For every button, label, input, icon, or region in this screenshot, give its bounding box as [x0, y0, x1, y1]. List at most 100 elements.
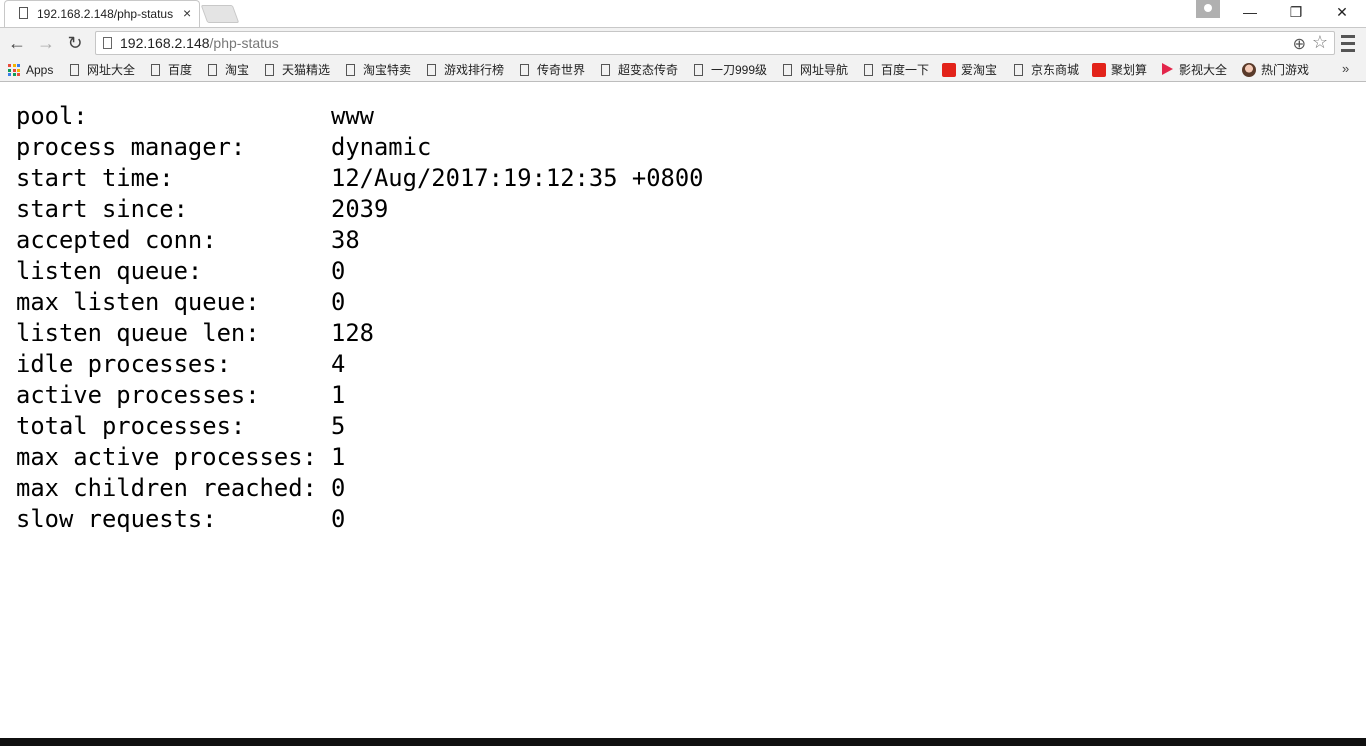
url-host: 192.168.2.148: [120, 35, 210, 51]
page-icon: [427, 64, 436, 76]
profile-icon[interactable]: [1196, 0, 1220, 18]
bookmark-item[interactable]: 聚划算: [1092, 61, 1147, 79]
reload-button[interactable]: ↻: [63, 31, 87, 55]
browser-toolbar: ← → ↻ 192.168.2.148/php-status ⊕ ☆: [0, 27, 1366, 58]
page-icon: [520, 64, 529, 76]
status-key: accepted conn:: [16, 226, 217, 254]
status-value: dynamic: [331, 133, 432, 161]
zoom-icon[interactable]: ⊕: [1293, 34, 1306, 54]
bookmark-label: 天猫精选: [282, 63, 331, 77]
browser-tab[interactable]: 192.168.2.148/php-status ×: [4, 0, 200, 27]
status-value: 0: [331, 257, 346, 285]
bookmark-item[interactable]: 京东商城: [1014, 61, 1079, 79]
bookmark-item[interactable]: 传奇世界: [520, 61, 585, 79]
page-icon: [783, 64, 792, 76]
bookmarks-bar: Apps 网址大全 百度 淘宝 天猫精选 淘宝特卖 游戏排行榜 传奇世界 超变态…: [0, 58, 1366, 82]
status-key: max children reached:: [16, 474, 317, 502]
restore-button[interactable]: ❐: [1273, 0, 1319, 24]
close-window-button[interactable]: ✕: [1319, 0, 1365, 24]
page-info-icon[interactable]: [103, 37, 112, 49]
address-bar[interactable]: 192.168.2.148/php-status ⊕ ☆: [95, 31, 1335, 55]
chrome-menu-icon[interactable]: [1340, 31, 1356, 55]
status-key: listen queue:: [16, 257, 203, 285]
page-icon: [208, 64, 217, 76]
bookmark-label: 淘宝特卖: [363, 63, 412, 77]
bookmark-apps[interactable]: Apps: [8, 61, 53, 79]
status-value: 38: [331, 226, 360, 254]
page-icon: [346, 64, 355, 76]
status-key: total processes:: [16, 412, 246, 440]
page-icon: [864, 64, 873, 76]
bookmark-item[interactable]: 热门游戏: [1242, 61, 1309, 79]
page-icon: [265, 64, 274, 76]
bookmark-item[interactable]: 游戏排行榜: [427, 61, 504, 79]
bookmark-item[interactable]: 爱淘宝: [942, 61, 997, 79]
bookmark-label: 爱淘宝: [961, 63, 998, 77]
apps-grid-icon: [8, 64, 20, 76]
status-key: max listen queue:: [16, 288, 260, 316]
tab-title: 192.168.2.148/php-status: [37, 7, 174, 21]
page-icon: [1014, 64, 1023, 76]
bookmark-label: 聚划算: [1111, 63, 1148, 77]
status-value: www: [331, 102, 374, 130]
url-path: /php-status: [209, 35, 279, 51]
forward-button[interactable]: →: [34, 31, 58, 55]
page-icon: [601, 64, 610, 76]
back-button[interactable]: ←: [5, 31, 29, 55]
status-value: 128: [331, 319, 374, 347]
new-tab-button[interactable]: [200, 5, 240, 23]
tab-strip: 192.168.2.148/php-status × — ❐ ✕: [0, 0, 1366, 27]
avatar-icon: [1242, 63, 1256, 77]
bookmark-label: 网址导航: [800, 63, 849, 77]
bookmark-item[interactable]: 百度: [151, 61, 192, 79]
bookmark-label: 一刀999级: [711, 63, 768, 77]
page-icon: [70, 64, 79, 76]
status-key: idle processes:: [16, 350, 231, 378]
status-value: 0: [331, 474, 346, 502]
bookmark-item[interactable]: 网址导航: [783, 61, 848, 79]
tab-page-icon: [19, 7, 28, 19]
status-value: 4: [331, 350, 346, 378]
bookmark-item[interactable]: 百度一下: [864, 61, 929, 79]
status-key: max active processes:: [16, 443, 317, 471]
bookmark-label: 影视大全: [1179, 63, 1228, 77]
bookmark-item[interactable]: 超变态传奇: [601, 61, 678, 79]
status-key: start since:: [16, 195, 188, 223]
status-key: process manager:: [16, 133, 246, 161]
bookmark-star-icon[interactable]: ☆: [1312, 32, 1328, 53]
url-text: 192.168.2.148/php-status: [120, 35, 279, 51]
bookmark-label: 热门游戏: [1261, 63, 1310, 77]
status-key: active processes:: [16, 381, 260, 409]
status-key: pool:: [16, 102, 88, 130]
page-icon: [694, 64, 703, 76]
bookmark-label: 网址大全: [87, 63, 136, 77]
status-value: 1: [331, 443, 346, 471]
minimize-button[interactable]: —: [1227, 0, 1273, 24]
status-value: 0: [331, 505, 346, 533]
taobao-icon: [942, 63, 956, 77]
more-bookmarks-icon[interactable]: »: [1342, 61, 1349, 76]
play-icon: [1162, 63, 1173, 75]
status-value: 0: [331, 288, 346, 316]
bookmark-label: Apps: [26, 63, 54, 77]
taskbar: [0, 738, 1366, 746]
bookmark-item[interactable]: 天猫精选: [265, 61, 330, 79]
page-icon: [151, 64, 160, 76]
bookmark-item[interactable]: 淘宝: [208, 61, 249, 79]
status-value: 2039: [331, 195, 389, 223]
status-value: 1: [331, 381, 346, 409]
bookmark-label: 淘宝: [225, 63, 250, 77]
status-value: 5: [331, 412, 346, 440]
bookmark-label: 百度一下: [881, 63, 930, 77]
bookmark-label: 超变态传奇: [618, 63, 679, 77]
juhuasuan-icon: [1092, 63, 1106, 77]
bookmark-label: 京东商城: [1031, 63, 1080, 77]
bookmark-item[interactable]: 影视大全: [1162, 61, 1227, 79]
bookmark-item[interactable]: 淘宝特卖: [346, 61, 411, 79]
bookmark-label: 百度: [168, 63, 193, 77]
bookmark-item[interactable]: 一刀999级: [694, 61, 767, 79]
bookmark-label: 游戏排行榜: [444, 63, 505, 77]
status-key: slow requests:: [16, 505, 217, 533]
bookmark-item[interactable]: 网址大全: [70, 61, 135, 79]
tab-close-icon[interactable]: ×: [183, 5, 191, 21]
